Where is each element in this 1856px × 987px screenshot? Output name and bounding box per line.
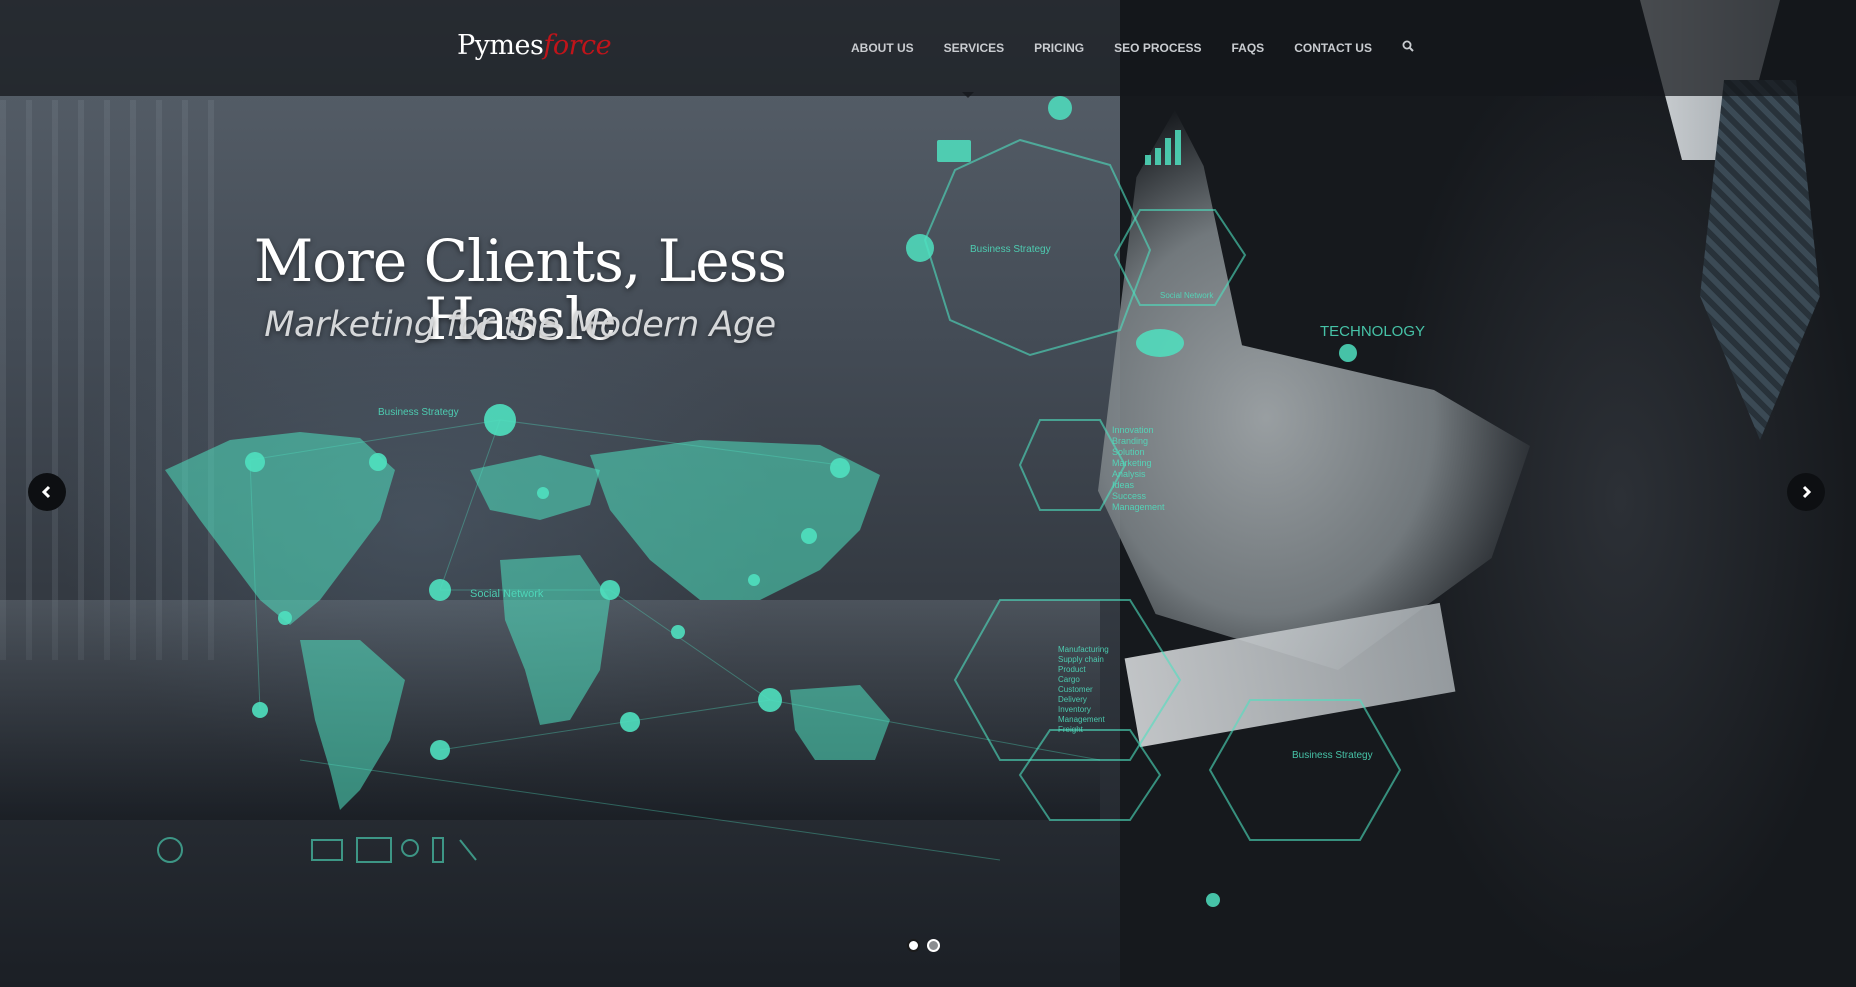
- svg-text:Manufacturing: Manufacturing: [1058, 645, 1109, 654]
- slider-prev-button[interactable]: [28, 473, 66, 511]
- slider-dot-2[interactable]: [927, 939, 940, 952]
- logo-text-force: force: [543, 30, 612, 61]
- holo-label-social-network-hex: Social Network: [1160, 291, 1214, 300]
- nav-active-indicator: [962, 92, 974, 98]
- logo-text-pymes: Pymes: [457, 30, 544, 61]
- svg-text:Solution: Solution: [1112, 447, 1145, 457]
- svg-text:Supply chain: Supply chain: [1058, 655, 1104, 664]
- search-icon[interactable]: [1402, 39, 1414, 57]
- svg-text:Analysis: Analysis: [1112, 469, 1146, 479]
- svg-text:Inventory: Inventory: [1058, 705, 1091, 714]
- holo-label-business-strategy-bottom: Business Strategy: [1292, 750, 1373, 761]
- slider-dot-1[interactable]: [907, 939, 920, 952]
- holo-service-list: Innovation Branding Solution Marketing A…: [1112, 425, 1165, 512]
- slider-next-button[interactable]: [1787, 473, 1825, 511]
- nav-faqs[interactable]: FAQS: [1232, 41, 1265, 55]
- nav-contact-us[interactable]: CONTACT US: [1294, 41, 1372, 55]
- svg-text:Cargo: Cargo: [1058, 675, 1080, 684]
- svg-text:Innovation: Innovation: [1112, 425, 1154, 435]
- chevron-right-icon: [1802, 485, 1812, 499]
- svg-text:Marketing: Marketing: [1112, 458, 1152, 468]
- holo-label-business-strategy-map: Business Strategy: [378, 407, 459, 418]
- svg-text:Management: Management: [1058, 715, 1105, 724]
- svg-text:Management: Management: [1112, 502, 1165, 512]
- hero-background: Business Strategy Business Strategy Soci…: [0, 0, 1856, 987]
- holo-label-social-network-map: Social Network: [470, 588, 544, 600]
- svg-text:Ideas: Ideas: [1112, 480, 1135, 490]
- hero-subheadline: Marketing for the Modern Age: [264, 305, 776, 345]
- nav-pricing[interactable]: PRICING: [1034, 41, 1084, 55]
- svg-text:Branding: Branding: [1112, 436, 1148, 446]
- svg-text:Freight: Freight: [1058, 725, 1084, 734]
- bottom-device-icons: [157, 837, 477, 863]
- svg-text:Delivery: Delivery: [1058, 695, 1087, 704]
- hologram-overlay: Business Strategy Business Strategy Soci…: [157, 96, 1425, 907]
- holo-supply-list: Manufacturing Supply chain Product Cargo…: [1058, 645, 1109, 734]
- slider-pagination: [907, 939, 947, 952]
- svg-text:Product: Product: [1058, 665, 1086, 674]
- chevron-left-icon: [41, 485, 51, 499]
- main-nav: ABOUT US SERVICES PRICING SEO PROCESS FA…: [851, 39, 1414, 57]
- nav-seo-process[interactable]: SEO PROCESS: [1114, 41, 1201, 55]
- nav-services[interactable]: SERVICES: [944, 41, 1004, 55]
- world-map: [165, 432, 890, 810]
- holo-label-business-strategy-top: Business Strategy: [970, 244, 1051, 255]
- holo-label-technology: TECHNOLOGY: [1320, 323, 1425, 340]
- nav-about-us[interactable]: ABOUT US: [851, 41, 914, 55]
- search-icon-glyph: [1402, 40, 1414, 52]
- svg-text:Success: Success: [1112, 491, 1147, 501]
- top-navbar: Pymesforce ABOUT US SERVICES PRICING SEO…: [0, 0, 1856, 96]
- svg-text:Customer: Customer: [1058, 685, 1093, 694]
- site-logo[interactable]: Pymesforce: [457, 30, 612, 61]
